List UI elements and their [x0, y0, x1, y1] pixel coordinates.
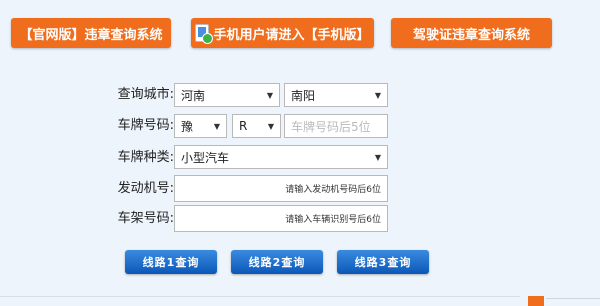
corner-divider — [546, 298, 600, 299]
frame-number-input[interactable]: 请输入车辆识别号后6位 — [174, 205, 388, 232]
mobile-version-button[interactable]: 手机用户请进入【手机版】 — [191, 18, 374, 48]
chevron-down-icon: ▼ — [267, 121, 274, 131]
chevron-down-icon: ▼ — [374, 152, 381, 162]
plate-label: 车牌号码: — [117, 118, 174, 133]
plate-prefix-select[interactable]: 豫 ▼ — [174, 114, 227, 138]
plate-type-value: 小型汽车 — [181, 150, 230, 165]
plate-number-input[interactable]: 车牌号码后5位 — [284, 114, 388, 138]
chevron-down-icon: ▼ — [266, 90, 273, 100]
mobile-version-label: 手机用户请进入【手机版】 — [213, 27, 370, 43]
frame-label: 车架号码: — [117, 211, 174, 226]
plate-letter-select[interactable]: R ▼ — [232, 114, 281, 138]
query-line-3-button[interactable]: 线路3查询 — [337, 250, 429, 274]
query-line-2-button[interactable]: 线路2查询 — [231, 250, 323, 274]
mobile-phone-icon — [195, 24, 214, 44]
engine-number-input[interactable]: 请输入发动机号码后6位 — [174, 175, 388, 202]
plate-type-label: 车牌种类: — [117, 150, 174, 165]
plate-letter-value: R — [239, 119, 248, 133]
bottom-divider — [0, 296, 520, 297]
plate-number-placeholder: 车牌号码后5位 — [291, 119, 371, 134]
province-value: 河南 — [181, 88, 206, 103]
plate-prefix-value: 豫 — [181, 119, 194, 134]
city-value: 南阳 — [291, 88, 316, 103]
province-select[interactable]: 河南 ▼ — [174, 83, 280, 107]
official-version-button[interactable]: 【官网版】违章查询系统 — [11, 18, 171, 48]
plate-type-select[interactable]: 小型汽车 ▼ — [174, 145, 388, 169]
city-select[interactable]: 南阳 ▼ — [284, 83, 388, 107]
frame-number-hint: 请输入车辆识别号后6位 — [285, 215, 381, 225]
city-label: 查询城市: — [117, 87, 174, 102]
license-query-button[interactable]: 驾驶证违章查询系统 — [391, 18, 552, 48]
query-line-1-button[interactable]: 线路1查询 — [125, 250, 217, 274]
corner-tab — [528, 296, 544, 306]
chevron-down-icon: ▼ — [374, 90, 381, 100]
engine-label: 发动机号: — [117, 181, 174, 196]
engine-number-hint: 请输入发动机号码后6位 — [285, 185, 381, 195]
chevron-down-icon: ▼ — [213, 121, 220, 131]
